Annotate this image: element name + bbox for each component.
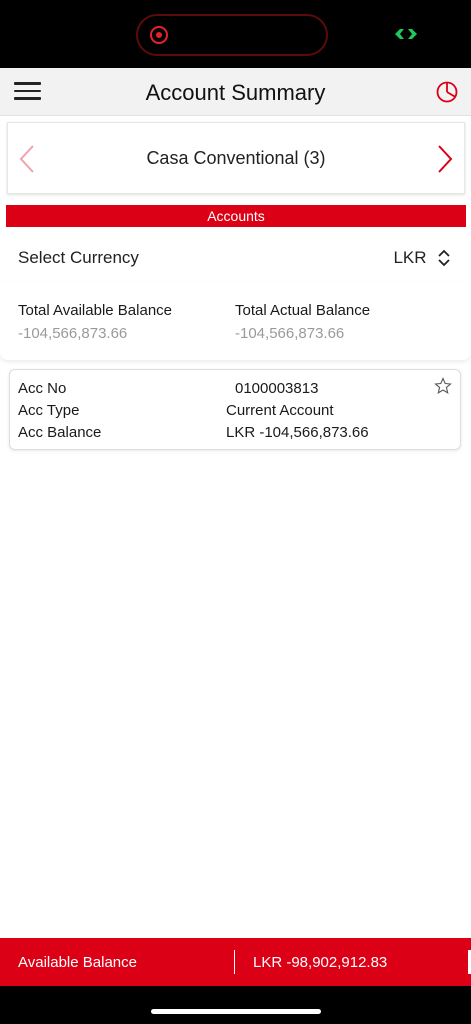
divider — [234, 950, 235, 974]
account-card[interactable]: Acc No 0100003813 Acc Type Current Accou… — [9, 369, 461, 450]
link-icon — [395, 29, 417, 39]
home-bar-area — [0, 986, 471, 1024]
currency-value: LKR — [393, 248, 427, 267]
total-actual-balance: Total Actual Balance -104,566,873.66 — [235, 302, 370, 342]
acc-type-value: Current Account — [226, 402, 334, 419]
screen-recording-icon — [150, 26, 168, 44]
account-summary-screen: Account Summary Casa Conventional (3) Ac… — [0, 0, 471, 1024]
total-actual-label: Total Actual Balance — [235, 302, 371, 319]
star-icon[interactable] — [434, 377, 452, 395]
chevron-up-down-icon — [438, 249, 450, 267]
account-category-title: Casa Conventional (3) — [146, 148, 326, 168]
acc-balance-value: LKR -104,566,873.66 — [226, 424, 369, 441]
acc-type-label: Acc Type — [18, 402, 80, 419]
page-title: Account Summary — [145, 80, 326, 105]
home-indicator[interactable] — [151, 1009, 321, 1014]
acc-no-label: Acc No — [18, 380, 67, 397]
currency-select[interactable]: LKR — [393, 248, 451, 270]
total-available-label: Total Available Balance — [18, 302, 172, 319]
account-category-selector: Casa Conventional (3) — [7, 122, 465, 194]
available-balance-bar: Available Balance LKR -98,902,912.83 — [0, 938, 471, 986]
total-actual-value: -104,566,873.66 — [235, 325, 345, 342]
chevron-right-icon[interactable] — [434, 143, 456, 175]
total-available-balance: Total Available Balance -104,566,873.66 — [18, 302, 172, 342]
accounts-section-header: Accounts — [6, 205, 466, 227]
currency-label: Select Currency — [18, 248, 139, 267]
total-available-value: -104,566,873.66 — [18, 325, 128, 342]
totals-card: Total Available Balance -104,566,873.66 … — [0, 282, 471, 360]
app-header: Account Summary — [0, 68, 471, 116]
acc-balance-label: Acc Balance — [18, 424, 102, 441]
currency-row: Select Currency LKR — [0, 238, 471, 278]
pie-chart-icon[interactable] — [435, 80, 459, 104]
dynamic-island — [136, 14, 328, 56]
available-balance-label: Available Balance — [18, 954, 137, 971]
acc-no-value: 0100003813 — [235, 380, 319, 397]
available-balance-value: LKR -98,902,912.83 — [253, 954, 388, 971]
status-bar — [0, 0, 471, 68]
